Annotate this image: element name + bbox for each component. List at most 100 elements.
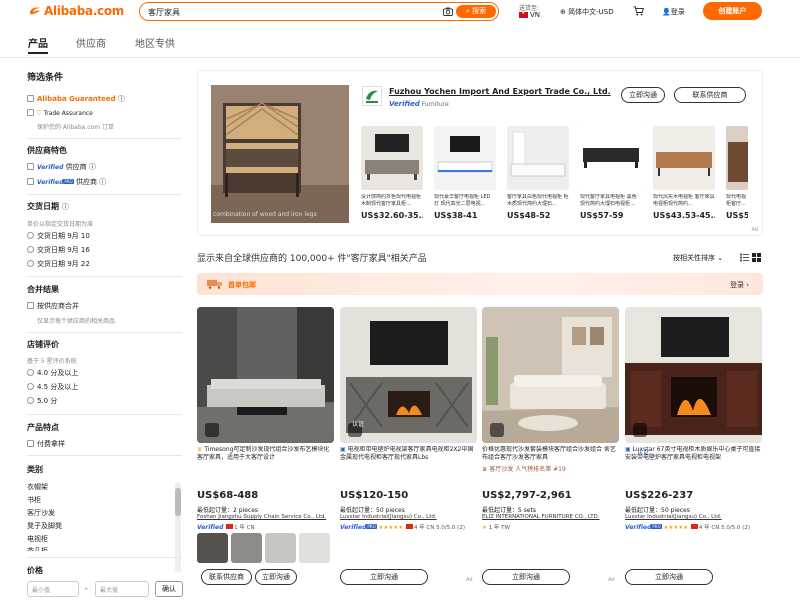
tab-suppliers[interactable]: 供应商 [76, 35, 106, 50]
category-scrollbar[interactable] [175, 482, 181, 572]
china-flag-icon [405, 524, 413, 529]
checkbox[interactable] [27, 440, 34, 447]
category-item[interactable]: 客厅沙发 [27, 508, 55, 518]
checkbox[interactable] [27, 95, 34, 102]
product-card[interactable]: ♛ Timesong可定制沙发现代组合沙发布艺模块化客厅家具，适用于大客厅设计 … [197, 307, 334, 600]
supplier-name-link[interactable]: Fuzhou Yochen Import And Export Trade Co… [389, 87, 611, 96]
radio[interactable] [27, 369, 34, 376]
supplier-link[interactable]: Luxstar Industrial(Jiangsu) Co., Ltd. [625, 514, 762, 520]
checkbox[interactable] [27, 302, 34, 309]
product-price: US$38-41 [434, 211, 478, 220]
filter-trade-assurance[interactable]: ⛉ Trade Assurance [27, 109, 93, 118]
sort-dropdown[interactable]: 按相关性排序 ⌄ [673, 253, 723, 263]
login-link[interactable]: 👤登录 [662, 7, 685, 17]
search-button[interactable]: ⌕ 搜索 [456, 5, 496, 18]
grid-view-icon[interactable] [752, 253, 761, 262]
country-selector[interactable]: VN [519, 10, 540, 19]
contact-supplier-button[interactable]: 联系供应商 [201, 569, 252, 585]
filter-paid-sample[interactable]: 付费拿样 [27, 439, 65, 449]
image-search-icon[interactable] [205, 423, 219, 437]
ranking-note: ♛ 客厅沙发 人气榜排名第 #19 [482, 466, 566, 473]
product-price: US$226-237 [625, 490, 694, 501]
info-icon[interactable]: ⓘ [99, 178, 106, 186]
chevron-right-icon: › [746, 281, 749, 289]
banner-product[interactable]: 现代客厅家具电视柜 黑色 现代简约大理石电视柜... US$57-59 [580, 126, 642, 220]
filter-verified-pro[interactable]: VerifiedPRO 供应商 ⓘ [27, 177, 106, 187]
radio[interactable] [27, 260, 34, 267]
radio[interactable] [27, 232, 34, 239]
radio[interactable] [27, 246, 34, 253]
checkbox[interactable] [27, 109, 34, 116]
thumbnail[interactable] [299, 533, 330, 563]
product-title[interactable]: ▣ 电视柜带电壁炉电视架客厅家具电视柜2X2中国金属现代电视柜客厅现代家具Lbs [340, 446, 477, 472]
chevron-down-icon: ⌄ [717, 254, 724, 262]
supplier-logo [362, 86, 382, 106]
banner-chat-button[interactable]: 立即沟通 [621, 87, 665, 103]
product-price: US$5... [726, 211, 748, 220]
banner-product[interactable]: 客厅家具白色现代电视柜 柜木质现代简约大理石... US$48-52 [507, 126, 569, 220]
category-item[interactable]: 茶几柜 [27, 546, 48, 551]
filter-merge-supplier[interactable]: 按供应商合并 [27, 301, 79, 311]
banner-product-image[interactable]: combination of wood and iron legs [211, 85, 349, 223]
chat-now-button[interactable]: 立即沟通 [625, 569, 713, 585]
merge-title: 合并结果 [27, 285, 59, 294]
chat-now-button[interactable]: 立即沟通 [482, 569, 570, 585]
promo-banner[interactable]: 首单包邮 登录 › [197, 273, 763, 295]
price-max-input[interactable]: 最大值 [95, 581, 149, 597]
supplier-link[interactable]: Luxstar Industrial(Jiangsu) Co., Ltd. [340, 514, 477, 520]
rating-star: ★ [482, 525, 487, 531]
product-card[interactable]: ▣ 电视柜带电壁炉电视架客厅家具电视柜2X2中国金属现代电视柜客厅现代家具Lbs… [340, 307, 477, 600]
filter-guaranteed[interactable]: Alibaba Guaranteed ⓘ [27, 94, 125, 104]
banner-product[interactable]: 现代风实木电视柜 客厅家具 电视柜现代简约... US$43.53-45... [653, 126, 715, 220]
info-icon[interactable]: ⓘ [62, 203, 69, 211]
supplier-link[interactable]: Foshan Jiangzhu Supply Chain Service Co.… [197, 514, 334, 520]
image-search-icon[interactable] [633, 423, 647, 437]
cart-icon[interactable] [633, 6, 644, 16]
search-input[interactable] [148, 6, 438, 18]
checkbox[interactable] [27, 163, 34, 170]
rating-stars: ★★★★★ [378, 525, 404, 531]
camera-icon[interactable] [443, 7, 453, 16]
tab-regional[interactable]: 地区专供 [135, 35, 175, 50]
supplier-banner[interactable]: combination of wood and iron legs Fuzhou… [197, 70, 763, 236]
chat-now-button[interactable]: 立即沟通 [255, 569, 297, 585]
product-card[interactable]: ▣ Luxstar 67英寸电视柜木质娱乐中心桌子可直接安装带电壁炉客厅家具电视… [625, 307, 762, 600]
rating-option[interactable]: 4.5 分及以上 [27, 382, 78, 392]
language-selector[interactable]: ⊕ 简体中文-USD [560, 7, 614, 17]
banner-product[interactable]: 现代豪华客厅电视柜 LED 灯 现代高光二层电视... US$38-41 [434, 126, 496, 220]
scrollbar-thumb[interactable] [175, 488, 181, 516]
create-account-button[interactable]: 创建账户 [703, 2, 762, 20]
price-confirm-button[interactable]: 确认 [155, 581, 183, 597]
checkbox[interactable] [27, 178, 34, 185]
radio[interactable] [27, 397, 34, 404]
rating-option[interactable]: 4.0 分及以上 [27, 368, 78, 378]
banner-product[interactable]: 现代电视柜客厅... US$5... [726, 126, 748, 220]
supplier-link[interactable]: ELIZ INTERNATIONAL FURNITURE CO., LTD. [482, 514, 619, 520]
image-search-icon[interactable] [490, 423, 504, 437]
delivery-option[interactable]: 交货日期 9月 16 [27, 245, 90, 255]
filter-verified-supplier[interactable]: Verified 供应商 ⓘ [27, 162, 96, 172]
category-item[interactable]: 电视柜 [27, 534, 48, 544]
product-card[interactable]: 价格优惠现代沙发套装模块客厅组合沙发组合 舍艺布组合客厅沙发客厅家具 ♛ 客厅沙… [482, 307, 619, 600]
radio[interactable] [27, 383, 34, 390]
thumbnail[interactable] [265, 533, 296, 563]
tab-products[interactable]: 产品 [28, 35, 48, 54]
chat-now-button[interactable]: 立即沟通 [340, 569, 428, 585]
thumbnail[interactable] [231, 533, 262, 563]
category-item[interactable]: 凳子及脚凳 [27, 521, 62, 531]
banner-contact-button[interactable]: 联系供应商 [674, 87, 746, 103]
price-min-input[interactable]: 最小值 [27, 581, 79, 597]
promo-login-link[interactable]: 登录 › [730, 280, 749, 290]
thumbnail[interactable] [197, 533, 228, 563]
rating-option[interactable]: 5.0 分 [27, 396, 57, 406]
banner-product[interactable]: 设计感简约灰色现代电视柜 木制现代客厅家具柜... US$32.60-35... [361, 126, 423, 220]
delivery-option[interactable]: 交货日期 9月 10 [27, 231, 90, 241]
info-icon[interactable]: ⓘ [89, 163, 96, 171]
list-view-icon[interactable] [740, 253, 749, 262]
delivery-option[interactable]: 交货日期 9月 22 [27, 259, 90, 269]
product-title[interactable]: ♛ Timesong可定制沙发现代组合沙发布艺模块化客厅家具，适用于大客厅设计 [197, 446, 334, 472]
alibaba-logo[interactable]: Alibaba.com [28, 4, 124, 18]
category-item[interactable]: 衣帽架 [27, 482, 48, 492]
category-item[interactable]: 书柜 [27, 495, 41, 505]
info-icon[interactable]: ⓘ [118, 95, 125, 103]
